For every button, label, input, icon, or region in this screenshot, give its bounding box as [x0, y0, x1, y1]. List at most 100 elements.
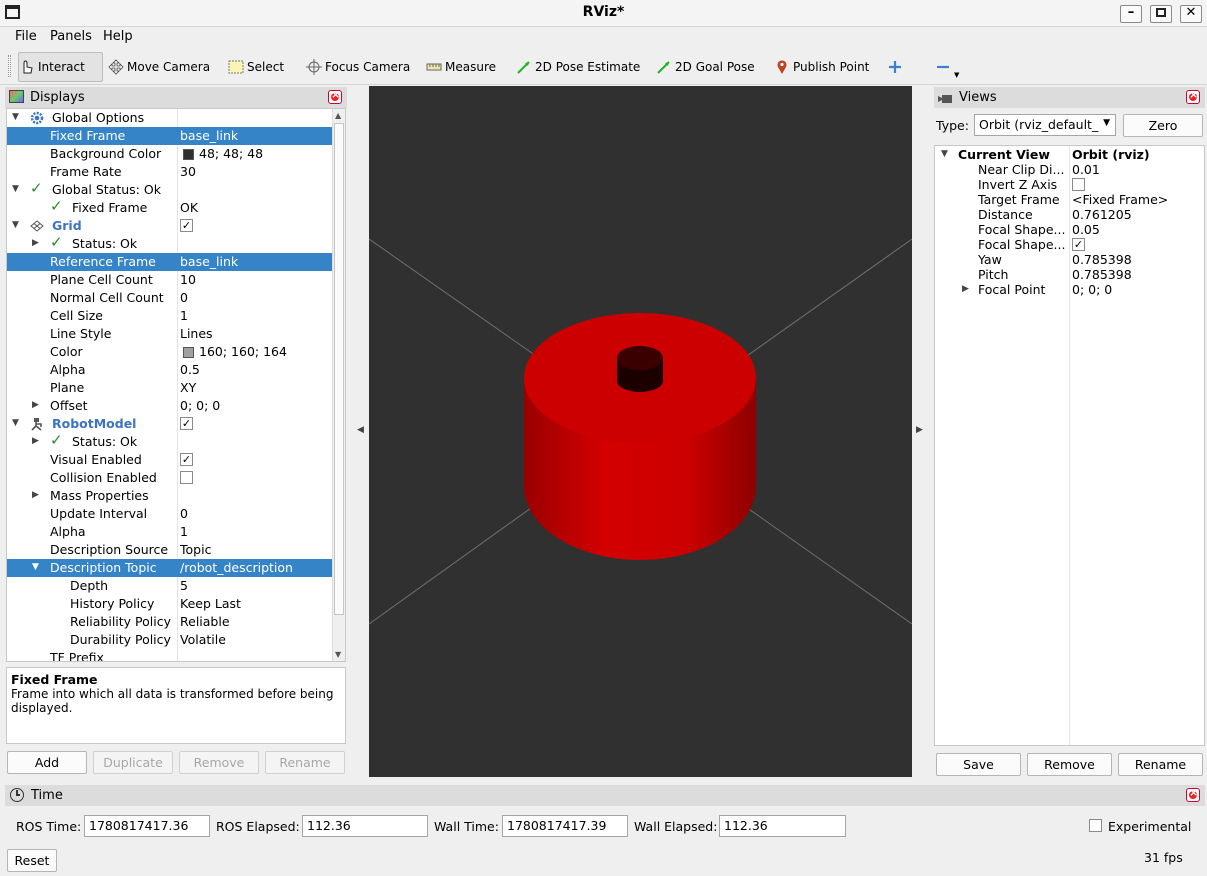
- move-camera-tool[interactable]: Move Camera: [108, 52, 210, 82]
- tree-row-color[interactable]: Color 160; 160; 164: [7, 343, 334, 361]
- 2d-goal-pose-tool[interactable]: 2D Goal Pose: [656, 52, 755, 82]
- wall-time-field[interactable]: 1780817417.39: [502, 815, 628, 837]
- add-tool-button[interactable]: [887, 52, 906, 82]
- interact-tool[interactable]: Interact: [18, 52, 103, 82]
- view-row-current-view[interactable]: ▼ Current View Orbit (rviz): [935, 147, 1204, 162]
- tree-row-durability-policy[interactable]: Durability Policy Volatile: [7, 631, 334, 649]
- view-row-near-clip[interactable]: Near Clip Di... 0.01: [935, 162, 1204, 177]
- remove-tool-button[interactable]: ▼: [935, 52, 959, 82]
- view-row-focal-shape-fixed[interactable]: Focal Shape... ✓: [935, 237, 1204, 252]
- grid-enabled-checkbox[interactable]: ✓: [180, 219, 193, 232]
- focal-shape-fixed-checkbox[interactable]: ✓: [1072, 238, 1085, 251]
- view-row-invert-z[interactable]: Invert Z Axis: [935, 177, 1204, 192]
- expand-arrow-icon[interactable]: ▶: [32, 490, 42, 500]
- tree-row-status-fixed-frame[interactable]: ✓ Fixed Frame OK: [7, 197, 334, 217]
- collision-enabled-checkbox[interactable]: [180, 471, 193, 484]
- tree-row-normal-cell-count[interactable]: Normal Cell Count 0: [7, 289, 334, 307]
- wall-elapsed-field[interactable]: 112.36: [719, 815, 846, 837]
- toolbar-grip[interactable]: [8, 55, 11, 77]
- expand-arrow-icon[interactable]: ▶: [32, 238, 42, 248]
- tree-row-plane[interactable]: Plane XY: [7, 379, 334, 397]
- scroll-down-icon[interactable]: ▼: [335, 650, 341, 659]
- tree-row-reliability-policy[interactable]: Reliability Policy Reliable: [7, 613, 334, 631]
- remove-display-button[interactable]: Remove: [179, 751, 259, 774]
- view-row-focal-shape-size[interactable]: Focal Shape... 0.05: [935, 222, 1204, 237]
- view-row-focal-point[interactable]: ▶ Focal Point 0; 0; 0: [935, 282, 1204, 297]
- save-view-button[interactable]: Save: [936, 753, 1021, 776]
- add-display-button[interactable]: Add: [7, 751, 87, 774]
- visual-enabled-checkbox[interactable]: ✓: [180, 453, 193, 466]
- collapse-arrow-icon[interactable]: ▼: [32, 562, 42, 572]
- robotmodel-enabled-checkbox[interactable]: ✓: [180, 417, 193, 430]
- zero-view-button[interactable]: Zero: [1123, 114, 1203, 137]
- tree-row-offset[interactable]: ▶ Offset 0; 0; 0: [7, 397, 334, 415]
- view-row-yaw[interactable]: Yaw 0.785398: [935, 252, 1204, 267]
- collapse-arrow-icon[interactable]: ▼: [12, 220, 22, 230]
- focus-camera-tool[interactable]: Focus Camera: [306, 52, 410, 82]
- views-tree[interactable]: ▼ Current View Orbit (rviz) Near Clip Di…: [934, 145, 1205, 746]
- tree-row-description-topic[interactable]: ▼ Description Topic /robot_description: [7, 559, 334, 577]
- collapse-left-dock-icon[interactable]: ◀: [357, 425, 364, 435]
- collapse-right-dock-icon[interactable]: ▶: [916, 425, 923, 435]
- expand-arrow-icon[interactable]: ▶: [962, 284, 969, 294]
- view-type-select[interactable]: Orbit (rviz_default_ ▼: [974, 114, 1116, 136]
- tree-row-alpha[interactable]: Alpha 0.5: [7, 361, 334, 379]
- expand-arrow-icon[interactable]: ▶: [32, 436, 42, 446]
- collapse-arrow-icon[interactable]: ▼: [12, 184, 22, 194]
- displays-tree[interactable]: ▼ Global Options Fixed Frame base_link B…: [6, 108, 346, 662]
- tree-row-history-policy[interactable]: History Policy Keep Last: [7, 595, 334, 613]
- reset-button[interactable]: Reset: [7, 849, 57, 872]
- menu-panels[interactable]: Panels: [50, 29, 92, 44]
- tree-row-robotmodel-status[interactable]: ▶ ✓ Status: Ok: [7, 431, 334, 451]
- menu-file[interactable]: File: [15, 29, 37, 44]
- ros-time-field[interactable]: 1780817417.36: [84, 815, 210, 837]
- tree-row-fixed-frame[interactable]: Fixed Frame base_link: [7, 127, 334, 145]
- view-row-target-frame[interactable]: Target Frame <Fixed Frame>: [935, 192, 1204, 207]
- 3d-render-viewport[interactable]: [369, 86, 912, 777]
- tree-row-tf-prefix[interactable]: TF Prefix: [7, 649, 334, 661]
- tree-row-description-source[interactable]: Description Source Topic: [7, 541, 334, 559]
- view-row-distance[interactable]: Distance 0.761205: [935, 207, 1204, 222]
- expand-arrow-icon[interactable]: ▶: [32, 400, 42, 410]
- menu-help[interactable]: Help: [103, 29, 133, 44]
- displays-scrollbar[interactable]: ▲ ▼: [332, 109, 345, 661]
- ros-elapsed-field[interactable]: 112.36: [302, 815, 428, 837]
- tree-row-frame-rate[interactable]: Frame Rate 30: [7, 163, 334, 181]
- rename-view-button[interactable]: Rename: [1118, 753, 1203, 776]
- tree-row-cell-size[interactable]: Cell Size 1: [7, 307, 334, 325]
- invert-z-checkbox[interactable]: [1072, 178, 1085, 191]
- tree-row-visual-enabled[interactable]: Visual Enabled ✓: [7, 451, 334, 469]
- close-window-button[interactable]: ✕: [1180, 5, 1202, 23]
- publish-point-tool[interactable]: Publish Point: [774, 52, 869, 82]
- tree-row-alpha-robot[interactable]: Alpha 1: [7, 523, 334, 541]
- color-swatch[interactable]: [183, 347, 194, 358]
- collapse-arrow-icon[interactable]: ▼: [941, 149, 948, 159]
- maximize-button[interactable]: [1150, 5, 1172, 23]
- duplicate-display-button[interactable]: Duplicate: [93, 751, 173, 774]
- collapse-arrow-icon[interactable]: ▼: [12, 418, 22, 428]
- measure-tool[interactable]: Measure: [426, 52, 496, 82]
- tree-row-global-options[interactable]: ▼ Global Options: [7, 109, 334, 127]
- tree-row-background-color[interactable]: Background Color 48; 48; 48: [7, 145, 334, 163]
- scrollbar-thumb[interactable]: [334, 123, 344, 615]
- remove-view-button[interactable]: Remove: [1027, 753, 1112, 776]
- tree-row-mass-properties[interactable]: ▶ Mass Properties: [7, 487, 334, 505]
- tree-row-depth[interactable]: Depth 5: [7, 577, 334, 595]
- experimental-checkbox[interactable]: [1089, 819, 1102, 832]
- close-panel-button[interactable]: [1186, 88, 1200, 104]
- tree-row-line-style[interactable]: Line Style Lines: [7, 325, 334, 343]
- tree-row-update-interval[interactable]: Update Interval 0: [7, 505, 334, 523]
- rename-display-button[interactable]: Rename: [265, 751, 345, 774]
- 2d-pose-estimate-tool[interactable]: 2D Pose Estimate: [516, 52, 640, 82]
- scroll-up-icon[interactable]: ▲: [335, 111, 341, 120]
- tree-row-collision-enabled[interactable]: Collision Enabled: [7, 469, 334, 487]
- close-panel-button[interactable]: [328, 88, 342, 104]
- view-row-pitch[interactable]: Pitch 0.785398: [935, 267, 1204, 282]
- tree-row-plane-cell-count[interactable]: Plane Cell Count 10: [7, 271, 334, 289]
- collapse-arrow-icon[interactable]: ▼: [12, 112, 22, 122]
- tree-row-reference-frame[interactable]: Reference Frame base_link: [7, 253, 334, 271]
- close-panel-button[interactable]: [1186, 786, 1200, 802]
- color-swatch[interactable]: [183, 149, 194, 160]
- tree-row-grid-status[interactable]: ▶ ✓ Status: Ok: [7, 233, 334, 253]
- select-tool[interactable]: Select: [228, 52, 284, 82]
